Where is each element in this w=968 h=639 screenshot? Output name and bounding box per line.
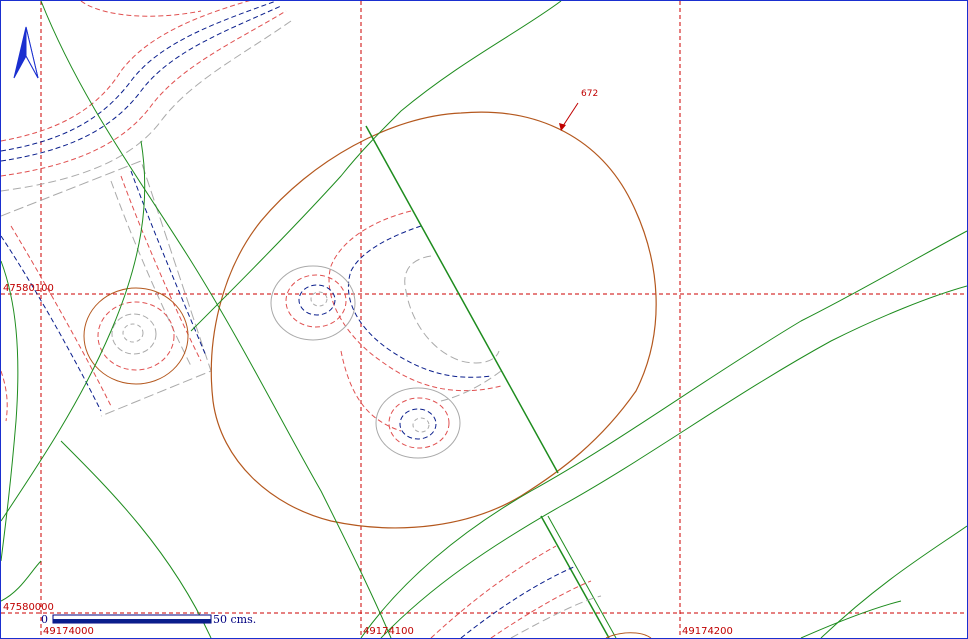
scale-bar-fill [53, 619, 211, 623]
boundary-left-edge [1, 260, 19, 562]
boundary-lower-left [60, 440, 212, 638]
boundary-bottom-right-2 [820, 525, 967, 638]
north-arrow-icon [13, 26, 39, 79]
road-edge-lower [380, 285, 967, 638]
grid-label-x-right: 49174200 [682, 626, 733, 637]
grid-label-x-mid: 49174100 [363, 626, 414, 637]
boundary-corner [1, 560, 42, 602]
coordinate-grid [1, 1, 967, 638]
map-canvas[interactable]: 672 47580100 47580000 49174000 49174100 … [1, 1, 967, 638]
contour-672: 672 [210, 89, 657, 529]
road-band-bottom [430, 545, 652, 638]
road-edge-upper [360, 230, 967, 638]
green-boundaries [1, 1, 967, 638]
mound-center-lower [375, 387, 461, 459]
grid-label-y-lower: 47580000 [3, 602, 54, 613]
boundary-straight-segment [365, 125, 559, 474]
road-branch-b [547, 515, 617, 638]
road-branch-a [540, 515, 610, 638]
scale-bar: 0 50 cms. [41, 613, 256, 626]
grid-label-x-left: 49174000 [43, 626, 94, 637]
road-band-top-left [1, 1, 292, 192]
grid-label-y-upper: 47580100 [3, 283, 54, 294]
scale-bar-start-label: 0 [41, 613, 48, 626]
mound-left [83, 287, 189, 385]
scale-bar-end-label: 50 cms. [213, 613, 256, 626]
inner-contours [328, 210, 502, 432]
map-viewport[interactable]: 672 47580100 47580000 49174000 49174100 … [0, 0, 968, 639]
mound-center-left [270, 265, 356, 341]
contour-elevation-label: 672 [581, 89, 598, 99]
boundary-bottom-right [800, 600, 902, 638]
